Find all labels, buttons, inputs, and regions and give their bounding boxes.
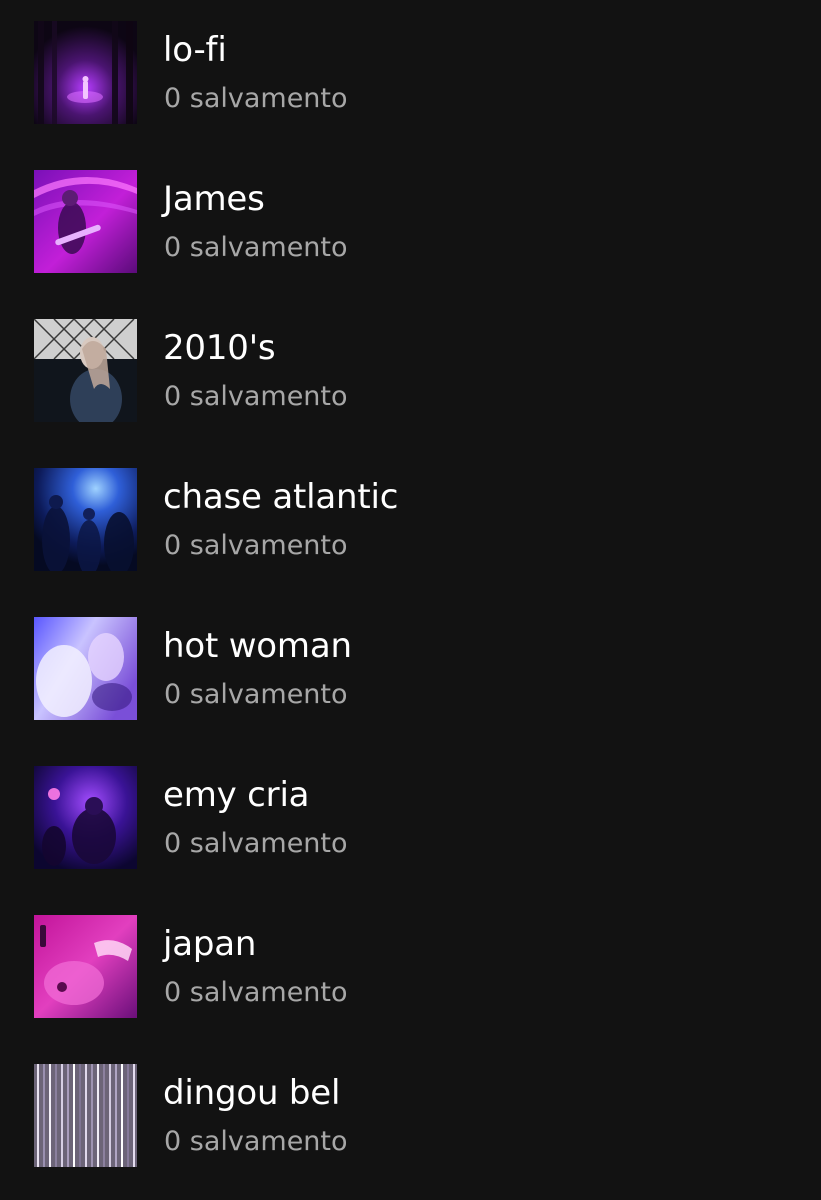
playlist-title: chase atlantic <box>163 477 399 517</box>
playlist-item-2010s[interactable]: 2010's 0 salvamento <box>0 298 821 447</box>
playlist-item-dingou-bel[interactable]: dingou bel 0 salvamento <box>0 1043 821 1192</box>
playlist-save-count: 0 salvamento <box>164 381 348 412</box>
playlist-title: dingou bel <box>163 1073 341 1113</box>
playlist-cover-image <box>34 1064 137 1167</box>
playlist-title: lo-fi <box>163 30 227 70</box>
playlist-cover-image <box>34 170 137 273</box>
playlist-title: James <box>163 179 265 219</box>
playlist-save-count: 0 salvamento <box>164 530 348 561</box>
playlist-title: emy cria <box>163 775 310 815</box>
playlist-save-count: 0 salvamento <box>164 1126 348 1157</box>
playlist-title: 2010's <box>163 328 276 368</box>
playlist-cover-image <box>34 766 137 869</box>
playlist-save-count: 0 salvamento <box>164 977 348 1008</box>
playlist-title: hot woman <box>163 626 352 666</box>
playlist-item-hot-woman[interactable]: hot woman 0 salvamento <box>0 596 821 745</box>
playlist-list: lo-fi 0 salvamento James 0 salvamento 20… <box>0 0 821 1200</box>
playlist-item-james[interactable]: James 0 salvamento <box>0 149 821 298</box>
playlist-cover-image <box>34 319 137 422</box>
playlist-cover-image <box>34 21 137 124</box>
playlist-cover-image <box>34 468 137 571</box>
playlist-cover-image <box>34 617 137 720</box>
playlist-save-count: 0 salvamento <box>164 828 348 859</box>
playlist-item-emy-cria[interactable]: emy cria 0 salvamento <box>0 745 821 894</box>
playlist-cover-image <box>34 915 137 1018</box>
playlist-item-chase-atlantic[interactable]: chase atlantic 0 salvamento <box>0 447 821 596</box>
playlist-save-count: 0 salvamento <box>164 232 348 263</box>
playlist-item-japan[interactable]: japan 0 salvamento <box>0 894 821 1043</box>
playlist-item-lo-fi[interactable]: lo-fi 0 salvamento <box>0 0 821 149</box>
playlist-title: japan <box>163 924 257 964</box>
playlist-save-count: 0 salvamento <box>164 83 348 114</box>
playlist-save-count: 0 salvamento <box>164 679 348 710</box>
